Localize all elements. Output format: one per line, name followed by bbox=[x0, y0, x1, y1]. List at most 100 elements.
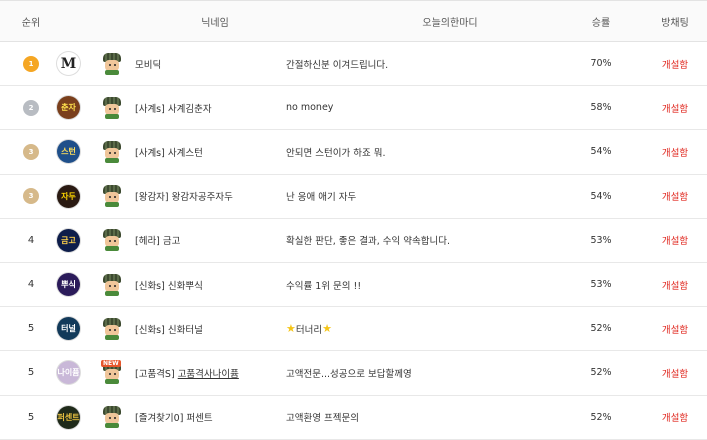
chat-cell: 개설함 bbox=[650, 175, 700, 218]
rank-cell: 5 bbox=[6, 307, 56, 350]
chat-cell: 개설함 bbox=[650, 130, 700, 173]
table-row[interactable]: 1 M 모비딕 간절하신분 이겨드립니다. 70% 개설함 bbox=[0, 42, 707, 87]
avatar-cell bbox=[101, 175, 125, 218]
character-avatar-icon bbox=[101, 52, 123, 75]
clan-logo-icon: 터널 bbox=[57, 317, 80, 341]
rank-number: 5 bbox=[27, 411, 35, 423]
clan-logo-icon: 나이퓸 bbox=[57, 361, 80, 385]
chat-cell: 개설함 bbox=[650, 42, 700, 85]
chat-cell: 개설함 bbox=[650, 219, 700, 262]
table-row[interactable]: 5 나이퓸 NEW [고품격S] 고품격사나이퓸 고액전문...성공으로 보답할께영 52… bbox=[0, 351, 707, 396]
message-text: 수익률 1위 문의 !! bbox=[286, 280, 362, 292]
winrate-cell: 70% bbox=[590, 58, 612, 70]
nickname-cell[interactable]: 모비딕 bbox=[135, 42, 285, 85]
character-avatar-icon bbox=[101, 185, 123, 208]
table-row[interactable]: 4 뿌식 [신화s] 신화뿌식 수익률 1위 문의 !! 53% 개설함 bbox=[0, 263, 707, 308]
character-avatar-icon bbox=[101, 317, 123, 340]
header-nickname: 닉네임 bbox=[201, 17, 229, 29]
nickname-link[interactable]: 고품격사나이퓸 bbox=[178, 366, 239, 380]
nickname-cell[interactable]: [사계s] 사계김춘자 bbox=[135, 86, 285, 129]
clan-logo-icon: M bbox=[57, 52, 80, 76]
rank-cell: 4 bbox=[6, 219, 56, 262]
rank-cell: 5 bbox=[6, 351, 56, 394]
open-chat-link[interactable]: 개설함 bbox=[662, 57, 688, 71]
star-icon: ★ bbox=[322, 322, 332, 336]
avatar-cell bbox=[101, 219, 125, 262]
message-text: 난 응애 애기 자두 bbox=[286, 192, 357, 204]
open-chat-link[interactable]: 개설함 bbox=[662, 410, 688, 424]
message-cell: no money bbox=[286, 86, 576, 129]
open-chat-link[interactable]: 개설함 bbox=[662, 278, 688, 292]
message-text: 안되면 스턴이가 하죠 뭐. bbox=[286, 147, 386, 159]
chat-cell: 개설함 bbox=[650, 86, 700, 129]
open-chat-link[interactable]: 개설함 bbox=[662, 233, 688, 247]
nickname-text[interactable]: [신화s] 신화뿌식 bbox=[135, 278, 203, 292]
table-header: 순위 닉네임 오늘의한마디 승률 방채팅 bbox=[0, 0, 707, 42]
table-row[interactable]: 2 춘자 [사계s] 사계김춘자 no money 58% 개설함 bbox=[0, 86, 707, 131]
rank-cell: 3 bbox=[6, 130, 56, 173]
avatar-cell bbox=[101, 42, 125, 85]
open-chat-link[interactable]: 개설함 bbox=[662, 366, 688, 380]
character-avatar-icon bbox=[101, 96, 123, 119]
table-row[interactable]: 5 터널 [신화s] 신화터널 ★ 터너리 ★ 52% 개설함 bbox=[0, 307, 707, 352]
nickname-text[interactable]: [사계s] 사계스턴 bbox=[135, 145, 203, 159]
winrate-cell: 52% bbox=[590, 411, 612, 423]
message-text: 확실한 판단, 좋은 결과, 수익 약속합니다. bbox=[286, 236, 450, 248]
message-text: 고액전문...성공으로 보답할께영 bbox=[286, 368, 412, 380]
gold-medal-icon: 1 bbox=[23, 55, 39, 72]
message-cell: 안되면 스턴이가 하죠 뭐. bbox=[286, 130, 576, 173]
message-cell: 수익률 1위 문의 !! bbox=[286, 263, 576, 306]
open-chat-link[interactable]: 개설함 bbox=[662, 145, 688, 159]
nickname-text[interactable]: [즐겨찾기0] 퍼센트 bbox=[135, 410, 213, 424]
clan-logo-icon: 춘자 bbox=[57, 96, 80, 120]
logo-cell: 뿌식 bbox=[57, 263, 81, 306]
nickname-cell[interactable]: [왕감자] 왕감자공주자두 bbox=[135, 175, 285, 218]
chat-cell: 개설함 bbox=[650, 307, 700, 350]
nickname-cell[interactable]: [즐겨찾기0] 퍼센트 bbox=[135, 396, 285, 439]
avatar-cell bbox=[101, 130, 125, 173]
nickname-text[interactable]: [신화s] 신화터널 bbox=[135, 322, 203, 336]
message-text: 고액환영 프젝문의 bbox=[286, 413, 359, 425]
ranking-table: 순위 닉네임 오늘의한마디 승률 방채팅 1 M 모비딕 간절하신분 이겨드립니다. 7… bbox=[0, 0, 707, 440]
nickname-cell[interactable]: [헤라] 금고 bbox=[135, 219, 285, 262]
winrate-cell: 52% bbox=[590, 367, 612, 379]
nickname-cell[interactable]: [고품격S] 고품격사나이퓸 bbox=[135, 351, 285, 394]
nickname-text[interactable]: [왕감자] 왕감자공주자두 bbox=[135, 189, 233, 203]
clan-logo-icon: 자두 bbox=[57, 184, 80, 208]
nickname-text[interactable]: [사계s] 사계김춘자 bbox=[135, 101, 212, 115]
open-chat-link[interactable]: 개설함 bbox=[662, 189, 688, 203]
rank-number: 4 bbox=[27, 234, 35, 246]
message-cell: 확실한 판단, 좋은 결과, 수익 약속합니다. bbox=[286, 219, 576, 262]
logo-cell: 나이퓸 bbox=[57, 351, 81, 394]
nickname-text[interactable]: 모비딕 bbox=[135, 57, 161, 71]
nickname-cell[interactable]: [신화s] 신화뿌식 bbox=[135, 263, 285, 306]
nickname-text[interactable]: [헤라] 금고 bbox=[135, 233, 180, 247]
character-avatar-icon bbox=[101, 406, 123, 429]
header-winrate: 승률 bbox=[591, 17, 611, 29]
nickname-cell[interactable]: [사계s] 사계스턴 bbox=[135, 130, 285, 173]
message-cell: 난 응애 애기 자두 bbox=[286, 175, 576, 218]
character-avatar-icon bbox=[101, 273, 123, 296]
avatar-cell: NEW bbox=[101, 351, 125, 394]
rank-cell: 3 bbox=[6, 175, 56, 218]
rank-cell: 5 bbox=[6, 396, 56, 439]
open-chat-link[interactable]: 개설함 bbox=[662, 322, 688, 336]
message-text: 터너리 bbox=[295, 324, 323, 336]
avatar-cell bbox=[101, 396, 125, 439]
table-row[interactable]: 3 자두 [왕감자] 왕감자공주자두 난 응애 애기 자두 54% 개설함 bbox=[0, 175, 707, 219]
header-message: 오늘의한마디 bbox=[422, 17, 478, 29]
rank-cell: 1 bbox=[6, 42, 56, 85]
nickname-text[interactable]: [고품격S] bbox=[135, 366, 178, 380]
character-avatar-icon: NEW bbox=[101, 359, 123, 384]
nickname-cell[interactable]: [신화s] 신화터널 bbox=[135, 307, 285, 350]
new-badge-icon: NEW bbox=[101, 359, 121, 367]
table-row[interactable]: 5 퍼센트 [즐겨찾기0] 퍼센트 고액환영 프젝문의 52% 개설함 bbox=[0, 396, 707, 440]
winrate-cell: 53% bbox=[590, 234, 612, 246]
table-row[interactable]: 4 금고 [헤라] 금고 확실한 판단, 좋은 결과, 수익 약속합니다. 53% 개설함 bbox=[0, 219, 707, 263]
logo-cell: 퍼센트 bbox=[57, 396, 81, 439]
chat-cell: 개설함 bbox=[650, 396, 700, 439]
character-avatar-icon bbox=[101, 229, 123, 252]
open-chat-link[interactable]: 개설함 bbox=[662, 101, 688, 115]
bronze-medal-icon: 3 bbox=[23, 143, 39, 160]
table-row[interactable]: 3 스턴 [사계s] 사계스턴 안되면 스턴이가 하죠 뭐. 54% 개설함 bbox=[0, 130, 707, 175]
